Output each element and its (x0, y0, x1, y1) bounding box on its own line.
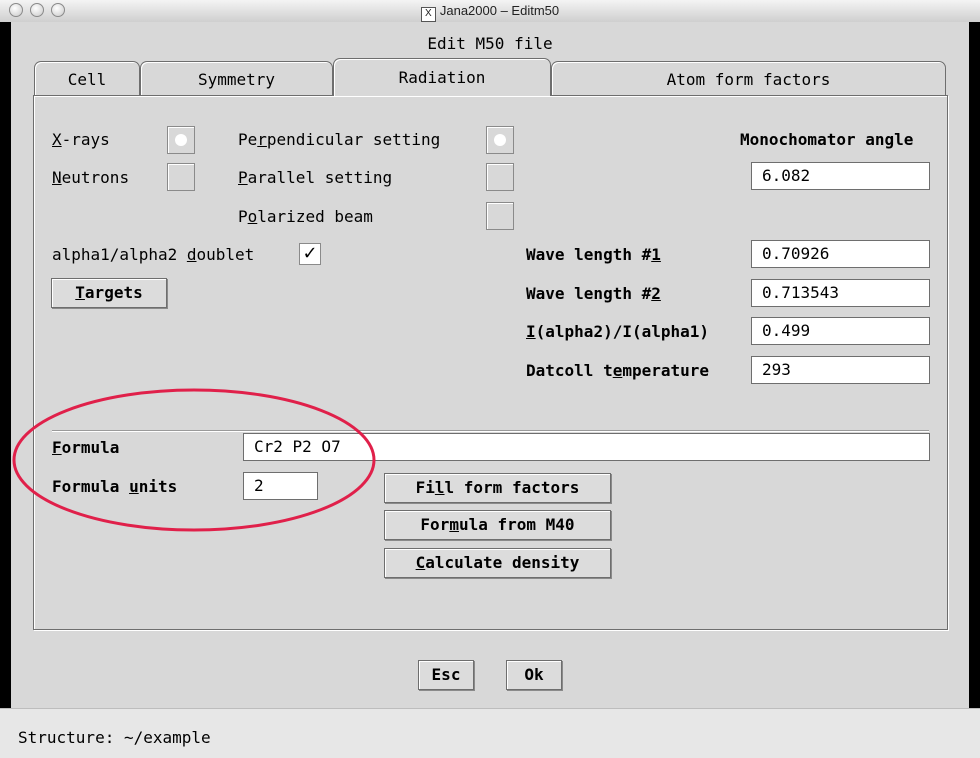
formula-units-label: Formula units (52, 477, 178, 496)
formula-from-m40-button[interactable]: Formula from M40 (384, 510, 611, 540)
datcoll-temperature-input[interactable]: 293 (751, 356, 930, 384)
tab-cell[interactable]: Cell (34, 61, 140, 95)
dialog-title: Edit M50 file (427, 34, 553, 53)
status-text: Structure: ~/example (18, 728, 211, 747)
status-bar: Structure: ~/example (0, 708, 980, 758)
right-border (969, 22, 980, 708)
x11-icon: X (420, 7, 436, 22)
fill-form-factors-button[interactable]: Fill form factors (384, 473, 611, 503)
parallel-label: Parallel setting (238, 168, 393, 187)
calculate-density-button[interactable]: Calculate density (384, 548, 611, 578)
perpendicular-label: Perpendicular setting (238, 130, 441, 149)
wave-length-2-label: Wave length #2 (526, 284, 661, 303)
radio-selected-dot (494, 134, 506, 146)
monochromator-input[interactable]: 6.082 (751, 162, 930, 190)
polarized-label: Polarized beam (238, 207, 373, 226)
intensity-ratio-input[interactable]: 0.499 (751, 317, 930, 345)
esc-button[interactable]: Esc (418, 660, 474, 690)
formula-input[interactable]: Cr2 P2 O7 (243, 433, 930, 461)
window-title: X Jana2000 – Editm50 (0, 3, 980, 22)
section-divider (52, 430, 929, 432)
left-border (0, 22, 11, 708)
doublet-label: alpha1/alpha2 doublet (52, 245, 255, 264)
wave-length-1-label: Wave length #1 (526, 245, 661, 264)
tab-symmetry[interactable]: Symmetry (140, 61, 333, 95)
radio-selected-dot (175, 134, 187, 146)
xrays-label: X-rays (52, 130, 110, 149)
datcoll-temperature-label: Datcoll temperature (526, 361, 710, 380)
intensity-ratio-label: I(alpha2)/I(alpha1) (526, 322, 710, 341)
neutrons-label: Neutrons (52, 168, 130, 187)
tab-radiation[interactable]: Radiation (333, 58, 551, 96)
perpendicular-radio[interactable] (486, 126, 514, 154)
parallel-radio[interactable] (486, 163, 514, 191)
formula-units-input[interactable]: 2 (243, 472, 318, 500)
doublet-checkbox[interactable]: ✓ (299, 243, 321, 265)
polarized-checkbox[interactable] (486, 202, 514, 230)
wave-length-2-input[interactable]: 0.713543 (751, 279, 930, 307)
formula-label: Formula (52, 438, 120, 457)
radiation-panel: X-rays Neutrons Perpendicular setting Pa… (33, 95, 948, 630)
dialog-window: Edit M50 file Cell Symmetry Radiation At… (11, 22, 969, 708)
wave-length-1-input[interactable]: 0.70926 (751, 240, 930, 268)
targets-button[interactable]: Targets (51, 278, 167, 308)
xrays-radio[interactable] (167, 126, 195, 154)
ok-button[interactable]: Ok (506, 660, 562, 690)
tab-atom-form-factors[interactable]: Atom form factors (551, 61, 946, 95)
neutrons-radio[interactable] (167, 163, 195, 191)
window-titlebar: X Jana2000 – Editm50 (0, 0, 980, 23)
monochromator-label: Monochomator angle (740, 130, 914, 149)
